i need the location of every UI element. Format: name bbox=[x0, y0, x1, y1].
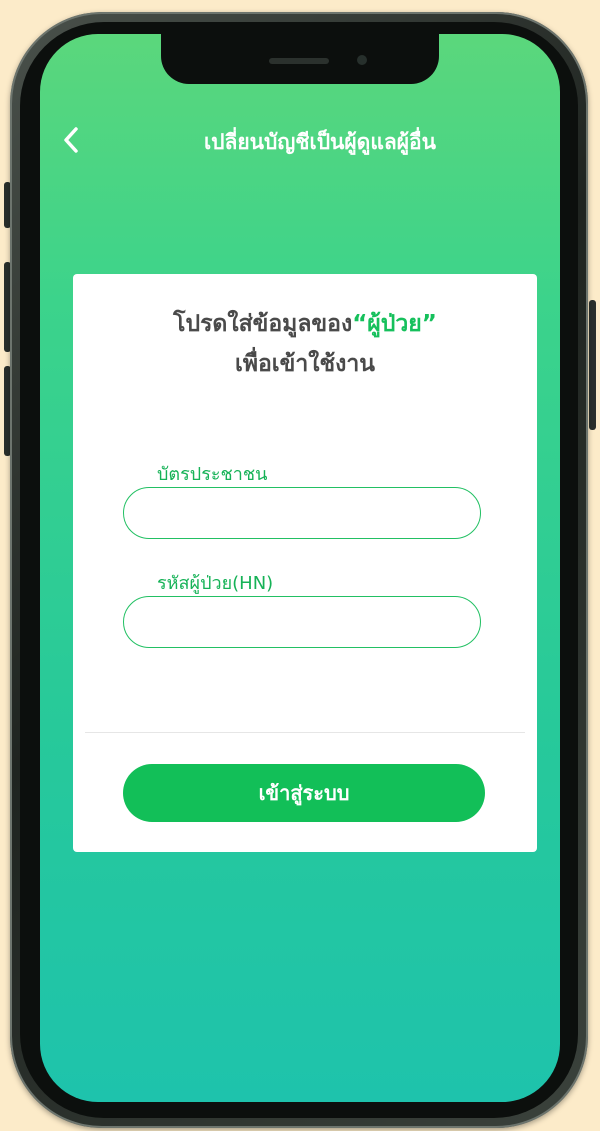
login-card: โปรดใส่ข้อมูลของ“ผู้ป่วย” เพื่อเข้าใช้งา… bbox=[73, 274, 537, 852]
heading-text: โปรดใส่ข้อมูลของ bbox=[173, 311, 353, 337]
hn-input[interactable] bbox=[123, 596, 481, 648]
heading-subtext: เพื่อเข้าใช้งาน bbox=[234, 351, 376, 377]
power-button bbox=[589, 300, 596, 430]
back-button[interactable] bbox=[54, 122, 90, 158]
id-card-input[interactable] bbox=[123, 487, 481, 539]
id-card-label: บัตรประชาชน bbox=[157, 464, 268, 485]
form-heading: โปรดใส่ข้อมูลของ“ผู้ป่วย” เพื่อเข้าใช้งา… bbox=[73, 304, 537, 384]
divider bbox=[85, 732, 525, 733]
page-title: เปลี่ยนบัญชีเป็นผู้ดูแลผู้อื่น bbox=[204, 130, 436, 154]
speaker-grille bbox=[269, 58, 329, 64]
hn-label: รหัสผู้ป่วย(HN) bbox=[157, 573, 274, 594]
notch bbox=[161, 34, 439, 84]
chevron-left-icon bbox=[64, 127, 78, 153]
front-camera bbox=[357, 55, 367, 65]
login-button[interactable]: เข้าสู่ระบบ bbox=[123, 764, 485, 822]
app-screen: เปลี่ยนบัญชีเป็นผู้ดูแลผู้อื่น โปรดใส่ข้… bbox=[40, 34, 560, 1102]
heading-highlight: “ผู้ป่วย” bbox=[352, 311, 437, 337]
